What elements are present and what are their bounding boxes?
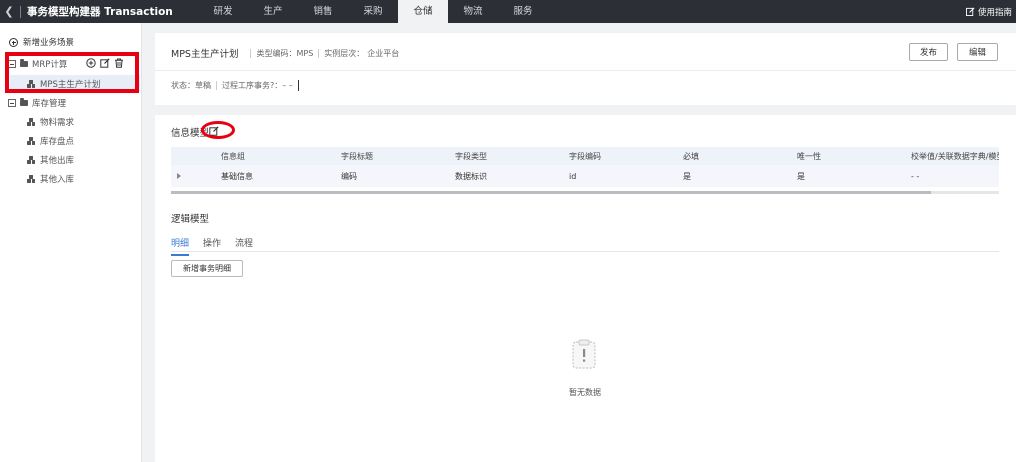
column-header: 字段标题: [335, 147, 449, 165]
chevron-left-icon[interactable]: ❮: [2, 5, 16, 18]
table-header-row: 信息组 字段标题 字段类型 字段编码 必填 唯一性 校举值/关联数据字典/模型: [171, 147, 999, 165]
cluster-icon: [27, 175, 35, 183]
tab-detail[interactable]: 明细: [171, 236, 190, 256]
empty-clipboard-icon: [572, 339, 596, 369]
instance-level-label: 实例层次：: [324, 48, 365, 58]
status-row: 状态：草稿 过程工序事务?：– –: [171, 80, 299, 91]
detail-title-row: MPS主生产计划 类型编码：MPS 实例层次： 企业平台: [171, 46, 399, 60]
divider: [20, 5, 21, 18]
column-header: 字段类型: [449, 147, 563, 165]
table-cell: 数据标识: [449, 165, 563, 187]
tree-node-inventory[interactable]: 库存管理: [8, 97, 66, 109]
tree-node-label: 库存管理: [32, 99, 67, 109]
cluster-icon: [27, 156, 35, 164]
table-row[interactable]: 基础信息 编码 数据标识 id 是 是 - -: [171, 165, 999, 187]
process-text: 过程工序事务?：– –: [222, 81, 293, 90]
divider: [318, 48, 320, 58]
table-cell: id: [563, 165, 677, 187]
page-title: MPS主生产计划: [171, 49, 239, 60]
guide-link[interactable]: 使用指南: [965, 0, 1012, 23]
tree-node-other-inbound[interactable]: 其他入库: [27, 173, 74, 185]
tree-node-label: 其他出库: [40, 156, 75, 166]
cluster-icon: [27, 137, 35, 145]
tree-node-label: 库存盘点: [40, 137, 75, 147]
caret-right-icon[interactable]: [177, 172, 181, 179]
table-cell: - -: [905, 165, 999, 187]
model-card: 信息模型 信息组 字段标题 字段类型 字段编码 必填 唯一性 校举值/关联数据字…: [155, 115, 1016, 462]
column-header: 字段编码: [563, 147, 677, 165]
collapse-icon[interactable]: [8, 99, 16, 107]
tab-production[interactable]: 生产: [248, 0, 298, 23]
guide-label: 使用指南: [977, 7, 1012, 18]
column-header: 唯一性: [791, 147, 905, 165]
type-code: 类型编码：MPS: [256, 48, 314, 58]
cluster-icon: [27, 118, 35, 126]
table-cell: 是: [677, 165, 791, 187]
table-cell: 基础信息: [215, 165, 335, 187]
add-detail-button[interactable]: 新增事务明细: [171, 260, 243, 277]
edit-button[interactable]: 编辑: [957, 43, 998, 61]
add-scene-label: 新增业务场景: [23, 38, 75, 48]
annotation-highlight-box: [5, 52, 139, 93]
add-scene-button[interactable]: 新增业务场景: [9, 36, 74, 48]
tab-service[interactable]: 服务: [498, 0, 548, 23]
divider: [171, 251, 999, 252]
divider: [216, 81, 217, 90]
detail-header-card: MPS主生产计划 类型编码：MPS 实例层次： 企业平台 发布 编辑 状态：草稿…: [155, 33, 1016, 105]
top-bar: ❮ 事务模型构建器 Transaction 研发 生产 销售 采购 仓储 物流 …: [0, 0, 1016, 23]
tree-node-stocktake[interactable]: 库存盘点: [27, 135, 74, 147]
horizontal-scrollbar[interactable]: [171, 191, 999, 194]
logic-model-title: 逻辑模型: [171, 214, 210, 225]
tab-rd[interactable]: 研发: [198, 0, 248, 23]
main-area: MPS主生产计划 类型编码：MPS 实例层次： 企业平台 发布 编辑 状态：草稿…: [142, 23, 1016, 462]
logic-model-tabs: 明细 操作 流程: [171, 236, 267, 256]
column-header: 校举值/关联数据字典/模型: [905, 147, 999, 165]
table-cell: 编码: [335, 165, 449, 187]
divider: [250, 48, 252, 58]
tab-warehouse[interactable]: 仓储: [398, 0, 448, 23]
tab-sales[interactable]: 销售: [298, 0, 348, 23]
column-header: 必填: [677, 147, 791, 165]
tree-node-material-demand[interactable]: 物料需求: [27, 116, 74, 128]
divider: [155, 70, 1016, 71]
tree-node-label: 其他入库: [40, 175, 75, 185]
tree-node-other-outbound[interactable]: 其他出库: [27, 154, 74, 166]
status-text: 状态：草稿: [171, 81, 211, 90]
column-header: 信息组: [215, 147, 335, 165]
module-tabs: 研发 生产 销售 采购 仓储 物流 服务: [198, 0, 548, 23]
empty-state-text: 暂无数据: [569, 388, 601, 397]
add-circle-icon: [9, 37, 18, 47]
info-model-table: 信息组 字段标题 字段类型 字段编码 必填 唯一性 校举值/关联数据字典/模型 …: [171, 147, 999, 187]
publish-button[interactable]: 发布: [909, 43, 948, 61]
folder-open-icon: [20, 98, 28, 106]
annotation-highlight-ellipse: [201, 121, 235, 139]
instance-level-value: 企业平台: [367, 48, 400, 58]
tab-operation[interactable]: 操作: [203, 236, 221, 256]
edit-doc-icon: [965, 7, 975, 16]
sidebar: 新增业务场景 MRP计算 MPS主生产计划 库存管理 物料需求 库存盘点 其他出…: [0, 23, 142, 462]
tab-purchase[interactable]: 采购: [348, 0, 398, 23]
table-cell: 是: [791, 165, 905, 187]
column-header: [171, 147, 215, 165]
app-title: 事务模型构建器 Transaction: [27, 6, 173, 18]
expand-cell[interactable]: [171, 165, 215, 187]
text-cursor: [297, 80, 299, 91]
scrollbar-thumb[interactable]: [171, 191, 931, 194]
tab-logistics[interactable]: 物流: [448, 0, 498, 23]
tab-flow[interactable]: 流程: [235, 236, 253, 256]
tree-node-label: 物料需求: [40, 118, 75, 128]
